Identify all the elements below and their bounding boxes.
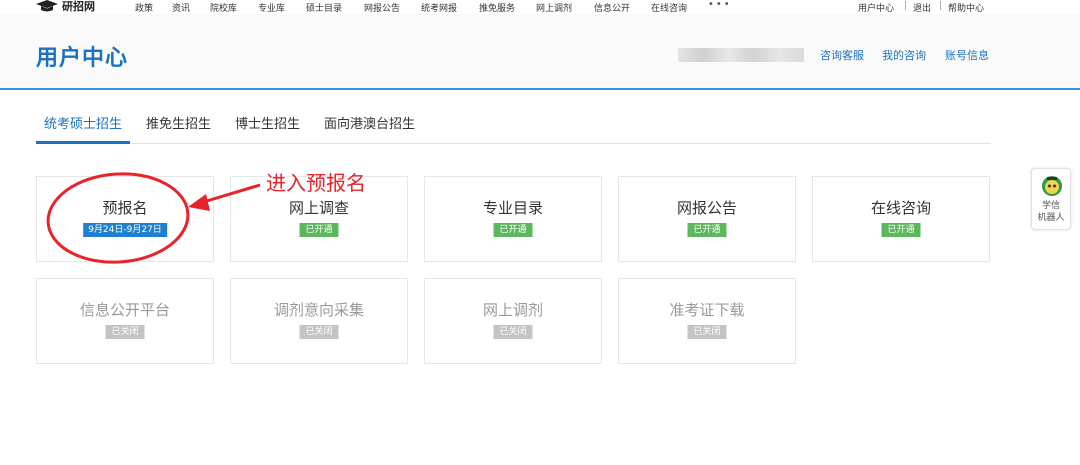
active-tab-indicator: [36, 141, 130, 144]
status-badge: 已关闭: [493, 325, 533, 339]
card-title: 在线咨询: [870, 199, 931, 217]
card-title: 预报名: [102, 199, 148, 217]
card-pre-registration[interactable]: 预报名 9月24日-9月27日: [36, 176, 214, 262]
status-badge: 已开通: [881, 223, 921, 237]
card-online-consult[interactable]: 在线咨询 已开通: [812, 176, 990, 262]
more-icon[interactable]: •••: [708, 0, 732, 10]
page: 研招网 政策 资讯 院校库 专业库 硕士目录 网报公告 统考网报 推免服务 网上…: [0, 0, 1080, 465]
nav-help-center[interactable]: 帮助中心: [948, 1, 984, 14]
logo-text: 研招网: [62, 0, 95, 13]
card-registration-notice[interactable]: 网报公告 已开通: [618, 176, 796, 262]
nav-link-announcements[interactable]: 网报公告: [364, 1, 400, 14]
customer-service-link[interactable]: 咨询客服: [820, 47, 864, 63]
nav-user-center[interactable]: 用户中心: [858, 1, 894, 14]
card-admission-ticket-download[interactable]: 准考证下载 已关闭: [618, 278, 796, 364]
status-badge: 已关闭: [299, 325, 339, 339]
card-title: 网报公告: [676, 199, 737, 217]
card-online-adjustment[interactable]: 网上调剂 已关闭: [424, 278, 602, 364]
nav-link-recommendation[interactable]: 推免服务: [479, 1, 515, 14]
nav-link-online-consult[interactable]: 在线咨询: [651, 1, 687, 14]
tab-recommended-students[interactable]: 推免生招生: [146, 113, 211, 132]
card-adjustment-intention[interactable]: 调剂意向采集 已关闭: [230, 278, 408, 364]
nav-link-majors[interactable]: 专业库: [258, 1, 285, 14]
nav-separator: |: [904, 1, 908, 11]
page-title: 用户中心: [36, 46, 129, 71]
graduation-cap-icon: [36, 0, 58, 12]
robot-icon: [1042, 176, 1062, 196]
my-consultations-link[interactable]: 我的咨询: [882, 47, 926, 63]
tab-unified-master[interactable]: 统考硕士招生: [44, 113, 122, 132]
nav-link-news[interactable]: 资讯: [172, 1, 190, 14]
category-tabs: 统考硕士招生 推免生招生 博士生招生 面向港澳台招生: [36, 106, 991, 144]
blurred-username: [678, 48, 804, 62]
card-title: 网上调剂: [482, 301, 543, 319]
status-badge: 已关闭: [105, 325, 145, 339]
xuexin-robot-widget[interactable]: 学信 机器人: [1031, 168, 1071, 230]
card-title: 信息公开平台: [79, 301, 170, 319]
robot-label-line2: 机器人: [1037, 213, 1065, 223]
card-title: 专业目录: [482, 199, 543, 217]
nav-link-master-catalog[interactable]: 硕士目录: [306, 1, 342, 14]
annotation-text: 进入预报名: [266, 171, 366, 195]
card-title: 网上调查: [288, 199, 349, 217]
top-nav: 研招网 政策 资讯 院校库 专业库 硕士目录 网报公告 统考网报 推免服务 网上…: [0, 0, 1080, 14]
account-info-link[interactable]: 账号信息: [945, 47, 989, 63]
nav-link-exam-registration[interactable]: 统考网报: [421, 1, 457, 14]
card-info-disclosure-platform[interactable]: 信息公开平台 已关闭: [36, 278, 214, 364]
site-logo[interactable]: 研招网: [36, 0, 95, 13]
page-header: 用户中心 咨询客服 我的咨询 账号信息: [0, 14, 1080, 90]
status-badge: 已开通: [299, 223, 339, 237]
card-major-catalog[interactable]: 专业目录 已开通: [424, 176, 602, 262]
nav-link-adjustment[interactable]: 网上调剂: [536, 1, 572, 14]
status-badge: 已开通: [687, 223, 727, 237]
nav-separator: |: [939, 1, 943, 11]
status-badge: 已关闭: [687, 325, 727, 339]
robot-label-line1: 学信: [1041, 201, 1060, 211]
nav-link-info-disclosure[interactable]: 信息公开: [594, 1, 630, 14]
tab-doctoral[interactable]: 博士生招生: [235, 113, 300, 132]
tab-hk-macao-taiwan[interactable]: 面向港澳台招生: [324, 113, 415, 132]
card-title: 准考证下载: [669, 301, 745, 319]
card-title: 调剂意向采集: [273, 301, 364, 319]
status-badge: 已开通: [493, 223, 533, 237]
nav-link-policy[interactable]: 政策: [135, 1, 153, 14]
nav-link-schools[interactable]: 院校库: [210, 1, 237, 14]
nav-logout[interactable]: 退出: [913, 1, 931, 14]
date-range-badge: 9月24日-9月27日: [83, 223, 167, 237]
